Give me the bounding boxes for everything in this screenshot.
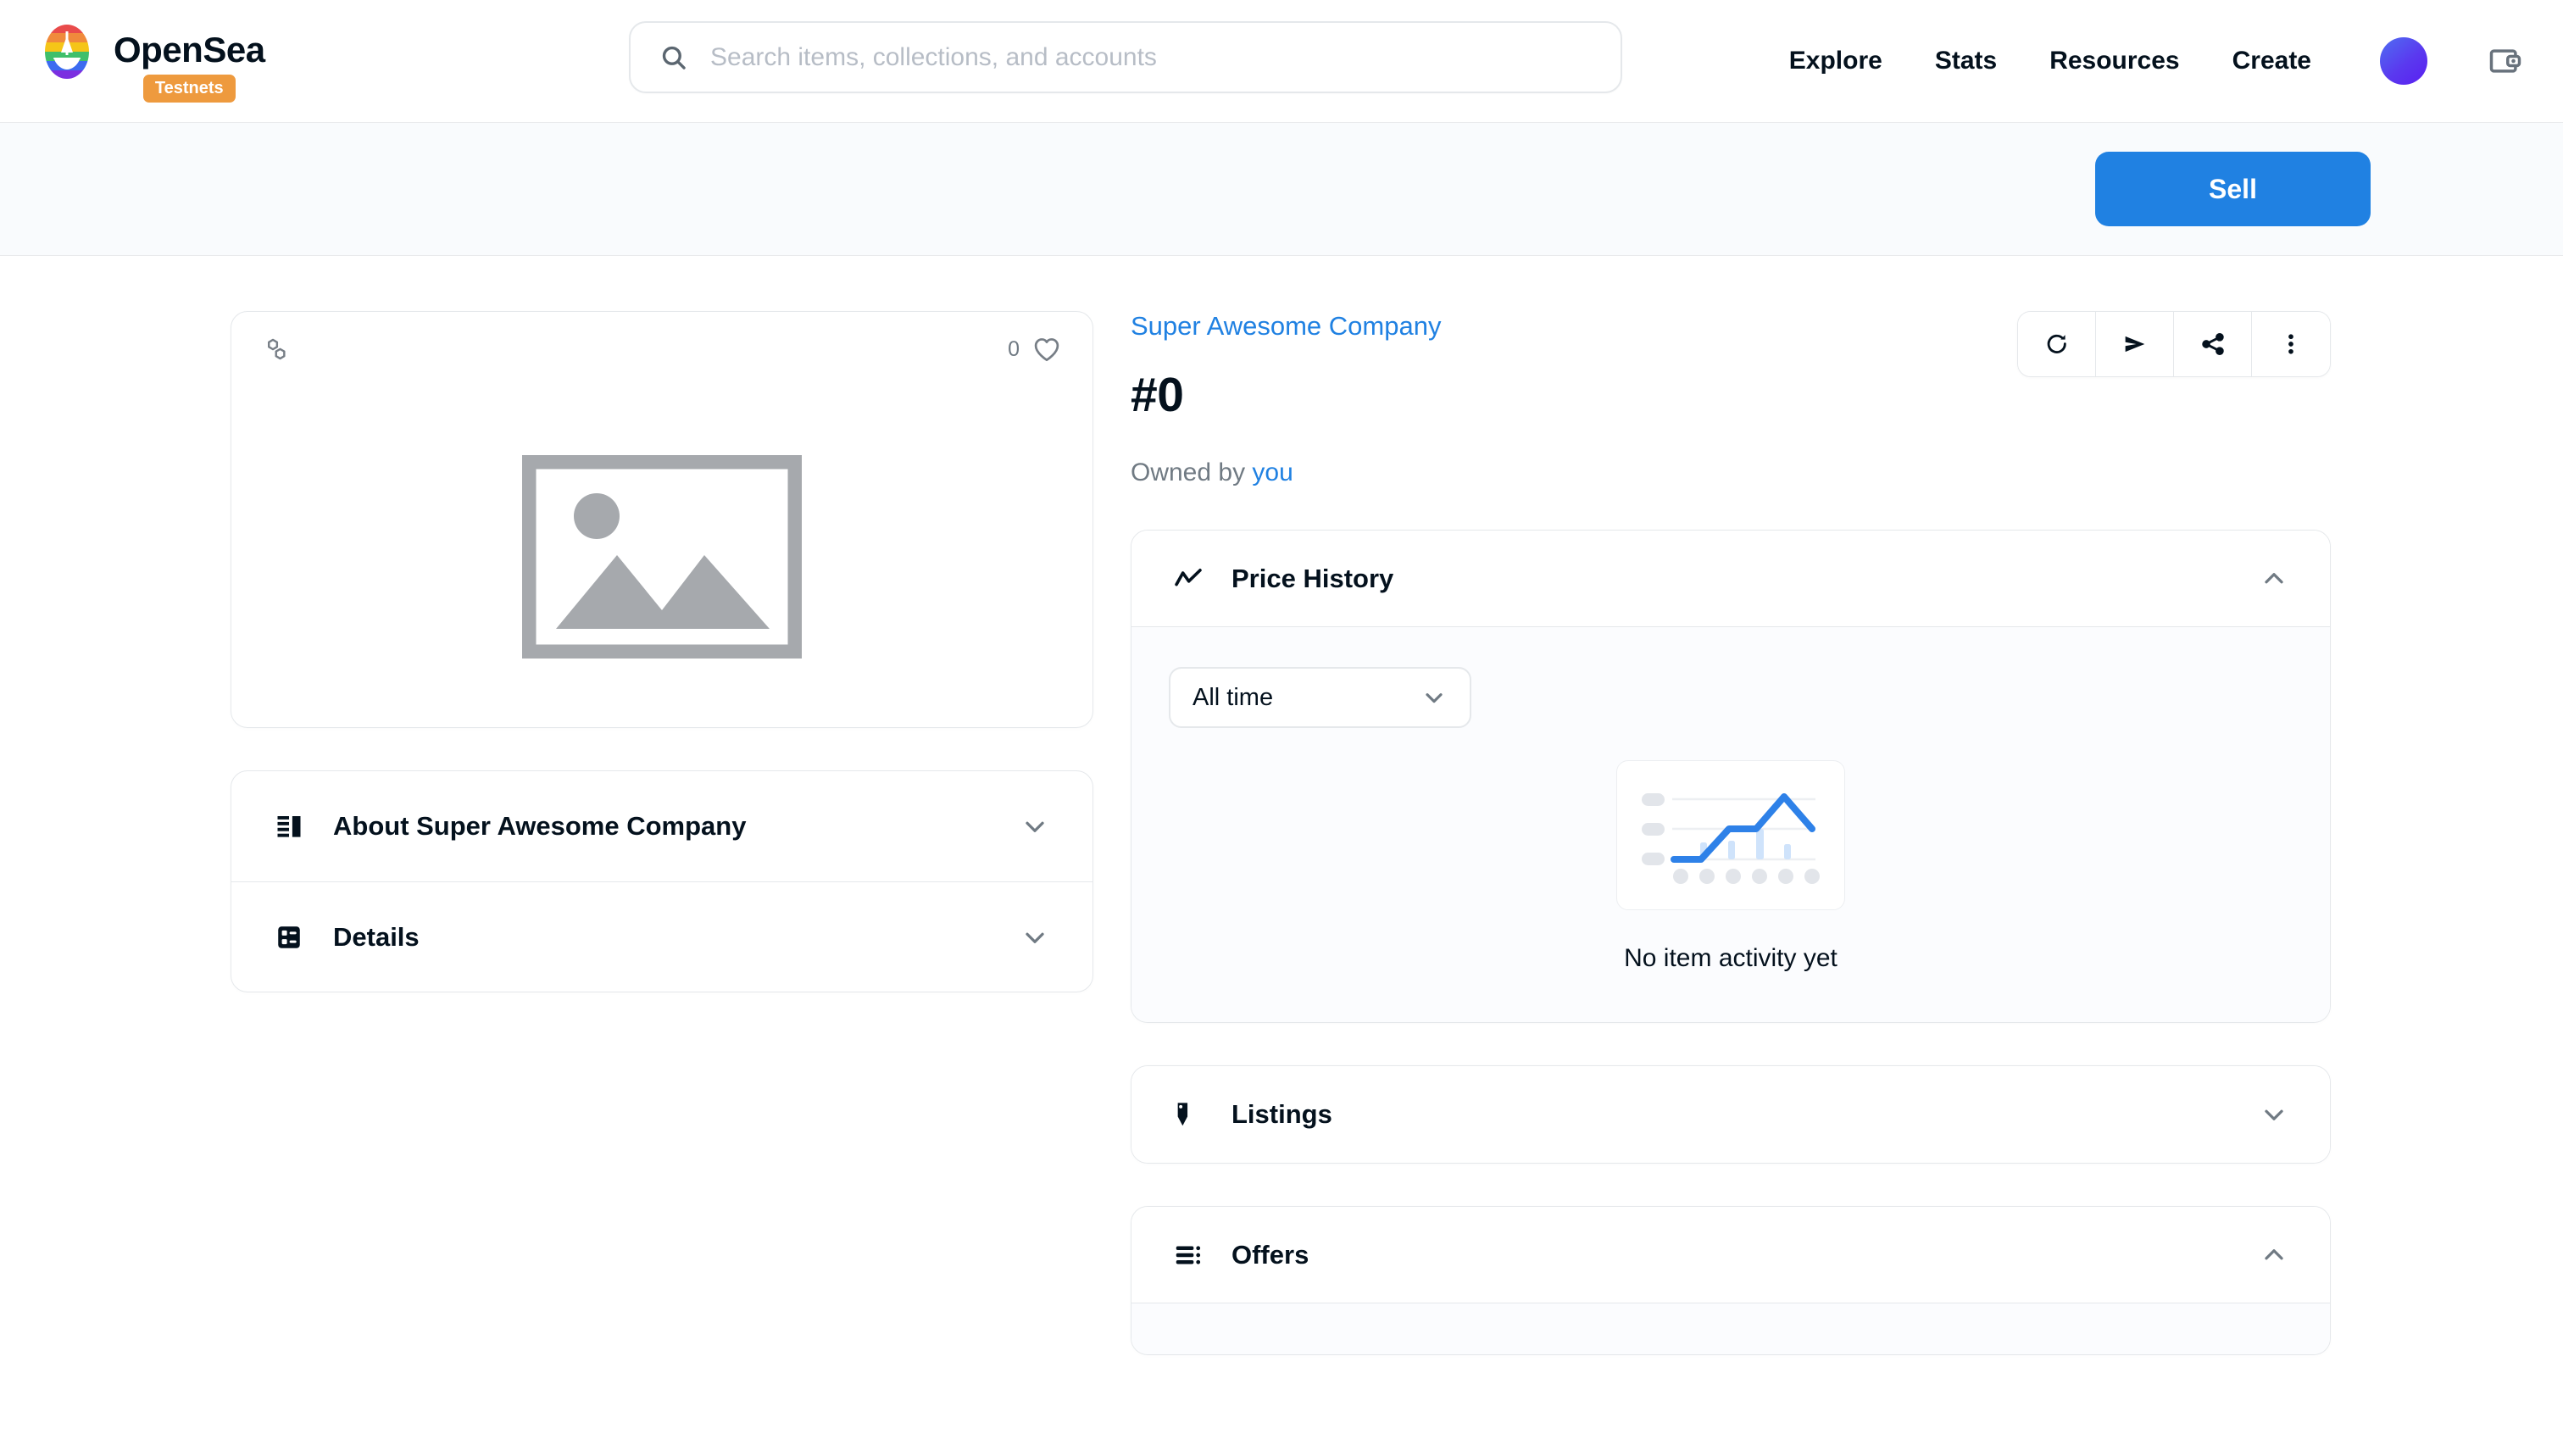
nav-link-resources[interactable]: Resources — [2023, 47, 2205, 75]
item-owner: Owned by you — [1131, 458, 2331, 487]
owner-link[interactable]: you — [1252, 458, 1293, 486]
refresh-metadata-button[interactable] — [2018, 312, 2096, 376]
favorite-count: 0 — [1008, 336, 1020, 361]
chevron-up-icon — [2265, 572, 2283, 583]
item-info-accordions: About Super Awesome Company Details — [231, 770, 1093, 992]
list-icon — [1176, 1245, 1201, 1264]
more-vertical-icon — [2288, 334, 2293, 354]
item-media-card: 0 — [231, 311, 1093, 728]
accordion-about[interactable]: About Super Awesome Company — [231, 771, 1092, 881]
item-media-column: 0 About Super Awesome Company Details — [231, 311, 1093, 1355]
item-action-buttons — [2017, 311, 2331, 377]
accordion-details[interactable]: Details — [231, 881, 1092, 992]
item-detail-column: Super Awesome Company #0 Owned by you Pr… — [1131, 311, 2331, 1355]
owned-by-label: Owned by — [1131, 458, 1246, 486]
chevron-down-icon — [1026, 932, 1044, 943]
accordion-details-label: Details — [333, 921, 420, 952]
nav-link-create[interactable]: Create — [2206, 47, 2338, 75]
collection-link[interactable]: Super Awesome Company — [1131, 311, 1441, 342]
price-history-title: Price History — [1231, 563, 1394, 593]
share-button[interactable] — [2174, 312, 2252, 376]
share-icon — [2201, 332, 2224, 356]
site-header: OpenSea Testnets Explore Stats Resources… — [0, 0, 2563, 123]
item-token-title: #0 — [1131, 368, 1184, 422]
price-history-body: All time No item activity yet — [1131, 627, 2330, 1022]
price-history-panel: Price History All time No item activity … — [1131, 530, 2331, 1023]
accordion-about-label: About Super Awesome Company — [333, 811, 747, 841]
main-navigation: Explore Stats Resources Create — [1763, 37, 2524, 85]
wallet-button[interactable] — [2487, 42, 2524, 80]
heart-icon — [1034, 338, 1059, 362]
favorite-button[interactable]: 0 — [1008, 334, 1062, 364]
item-media-area — [231, 386, 1092, 727]
empty-state-text: No item activity yet — [1624, 944, 1837, 972]
opensea-logo-icon — [45, 24, 89, 79]
item-media-toolbar: 0 — [231, 312, 1092, 386]
chevron-down-icon — [1426, 693, 1443, 703]
polygon-chain-icon — [268, 338, 286, 360]
search-icon — [662, 46, 686, 69]
item-page-main: 0 About Super Awesome Company Details Su… — [0, 256, 2563, 1355]
chevron-up-icon — [2265, 1248, 2283, 1259]
empty-chart-icon — [1641, 792, 1820, 884]
price-history-empty-state: No item activity yet — [1169, 760, 2293, 973]
listings-panel: Listings — [1131, 1065, 2331, 1164]
brand-logo-group[interactable]: OpenSea Testnets — [39, 20, 632, 103]
account-avatar[interactable] — [2380, 37, 2427, 85]
listings-title: Listings — [1231, 1099, 1332, 1129]
nav-link-stats[interactable]: Stats — [1909, 47, 2023, 75]
chevron-down-icon — [2265, 1109, 2283, 1120]
time-range-select[interactable]: All time — [1169, 667, 1471, 728]
time-range-value: All time — [1193, 683, 1274, 711]
listings-header[interactable]: Listings — [1131, 1066, 2330, 1163]
search-bar[interactable] — [629, 21, 1622, 93]
price-history-header[interactable]: Price History — [1131, 531, 2330, 627]
item-title-row: Super Awesome Company #0 — [1131, 311, 2331, 423]
details-grid-icon — [278, 925, 300, 948]
item-title-block: Super Awesome Company #0 — [1131, 311, 1441, 423]
refresh-icon — [2047, 334, 2066, 353]
offers-header[interactable]: Offers — [1131, 1207, 2330, 1303]
nav-link-explore[interactable]: Explore — [1763, 47, 1909, 75]
transfer-button[interactable] — [2096, 312, 2174, 376]
offers-title: Offers — [1231, 1239, 1309, 1270]
more-options-button[interactable] — [2252, 312, 2330, 376]
testnet-badge: Testnets — [142, 74, 236, 103]
search-input[interactable] — [710, 42, 1592, 72]
sell-button[interactable]: Sell — [2095, 152, 2371, 226]
item-action-bar: Sell — [0, 123, 2563, 256]
offers-body — [1131, 1303, 2330, 1354]
chevron-down-icon — [1026, 821, 1044, 832]
paper-plane-icon — [2125, 336, 2144, 353]
tag-icon — [1177, 1103, 1188, 1126]
image-placeholder-icon — [522, 455, 802, 659]
trending-up-icon — [1175, 568, 1202, 586]
empty-chart-card — [1616, 760, 1845, 910]
brand-name: OpenSea — [114, 29, 265, 69]
offers-panel: Offers — [1131, 1206, 2331, 1355]
wallet-icon — [2489, 49, 2521, 73]
article-icon — [277, 816, 301, 837]
